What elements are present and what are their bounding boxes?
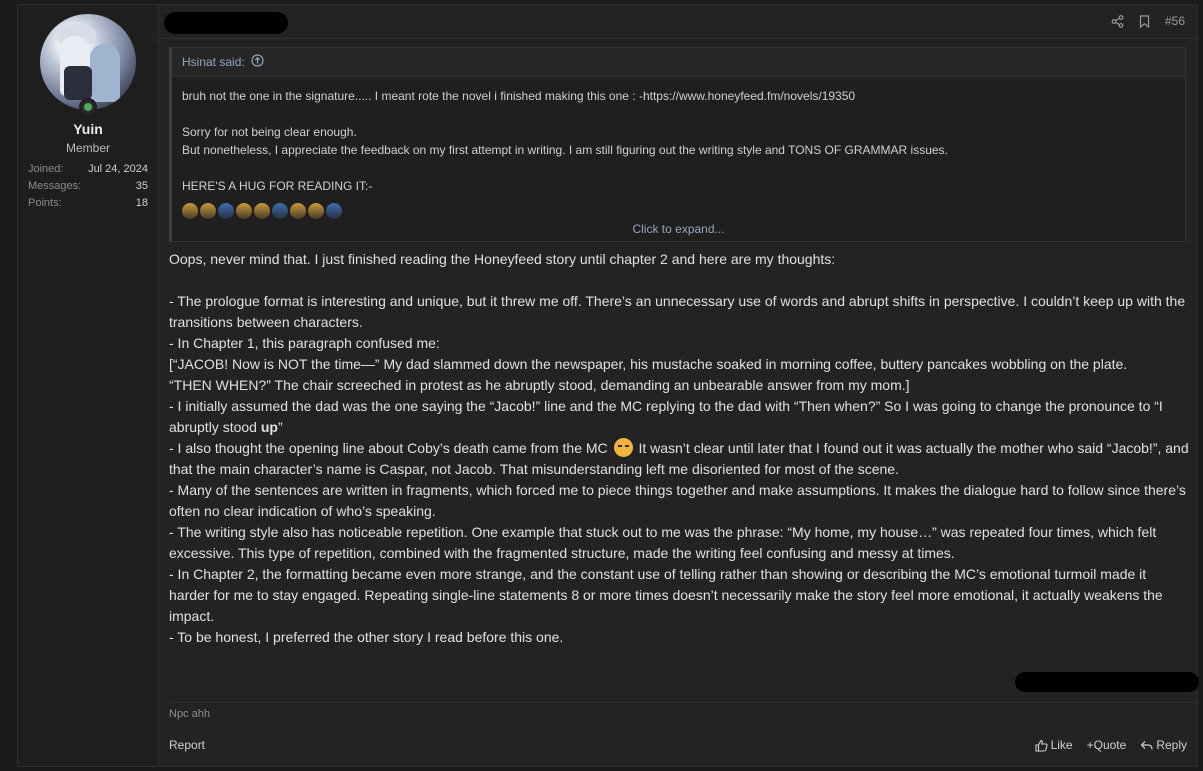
post-body: Oops, never mind that. I just finished r… (169, 249, 1189, 648)
bookmark-icon[interactable] (1139, 14, 1150, 28)
quote-line: But nonetheless, I appreciate the feedba… (182, 143, 948, 157)
thumbs-up-icon (1035, 739, 1048, 752)
divider (159, 38, 1197, 39)
body-paragraph: - The writing style also has noticeable … (169, 524, 1157, 561)
body-paragraph: - In Chapter 2, the formatting became ev… (169, 566, 1163, 624)
stat-joined: Joined: Jul 24, 2024 (28, 163, 148, 175)
quote-button[interactable]: +Quote (1087, 738, 1127, 752)
avatar[interactable] (40, 14, 136, 110)
message-main: #56 Hsinat said: bruh not the one in the… (159, 5, 1199, 766)
arrow-up-circle-icon[interactable] (251, 54, 264, 70)
share-icon[interactable] (1111, 14, 1124, 28)
like-button[interactable]: Like (1035, 738, 1073, 752)
body-paragraph: - The prologue format is interesting and… (169, 293, 1186, 330)
username[interactable]: Yuin (18, 121, 158, 137)
post-actions-top: #56 (1111, 14, 1185, 28)
body-paragraph: Oops, never mind that. I just finished r… (169, 251, 836, 267)
body-paragraph: - I initially assumed the dad was the on… (169, 398, 1163, 435)
body-paragraph: - In Chapter 1, this paragraph confused … (169, 335, 440, 351)
user-title: Member (65, 141, 110, 155)
user-pane-arrow (149, 29, 158, 45)
body-paragraph: “THEN WHEN?” The chair screeched in prot… (169, 377, 910, 393)
user-stats: Joined: Jul 24, 2024 Messages: 35 Points… (28, 161, 148, 212)
stat-points: Points: 18 (28, 197, 148, 209)
body-paragraph: - I also thought the opening line about … (169, 438, 1189, 477)
report-link[interactable]: Report (169, 738, 205, 752)
reply-icon (1140, 740, 1153, 750)
post-footer: Report Like +Quote Reply (169, 738, 1187, 752)
quote-line: bruh not the one in the signature..... I… (182, 89, 856, 103)
body-paragraph: - Many of the sentences are written in f… (169, 482, 1186, 519)
stat-messages: Messages: 35 (28, 180, 148, 192)
expand-quote-link[interactable]: Click to expand... (172, 222, 1185, 236)
quote-line: Sorry for not being clear enough. (182, 125, 357, 139)
message-post: Yuin Member Joined: Jul 24, 2024 Message… (17, 4, 1199, 767)
signature: Npc ahh (169, 708, 210, 720)
signature-divider (169, 702, 1197, 703)
post-actions: Like +Quote Reply (1035, 738, 1187, 752)
online-status-icon (79, 98, 97, 116)
quote-line: HERE'S A HUG FOR READING IT:- (182, 179, 373, 193)
quote-header: Hsinat said: (172, 48, 1185, 77)
post-number-link[interactable]: #56 (1165, 14, 1185, 28)
angry-emoji-icon (613, 438, 633, 457)
redaction-bar (164, 12, 288, 34)
quote-author[interactable]: Hsinat said: (182, 55, 245, 69)
body-paragraph: - To be honest, I preferred the other st… (169, 629, 564, 645)
redaction-bar (1015, 672, 1199, 692)
quote-block: Hsinat said: bruh not the one in the sig… (169, 47, 1186, 242)
body-paragraph: [“JACOB! Now is NOT the time—” My dad sl… (169, 356, 1128, 372)
user-info-pane: Yuin Member Joined: Jul 24, 2024 Message… (18, 5, 159, 766)
reply-button[interactable]: Reply (1140, 738, 1187, 752)
